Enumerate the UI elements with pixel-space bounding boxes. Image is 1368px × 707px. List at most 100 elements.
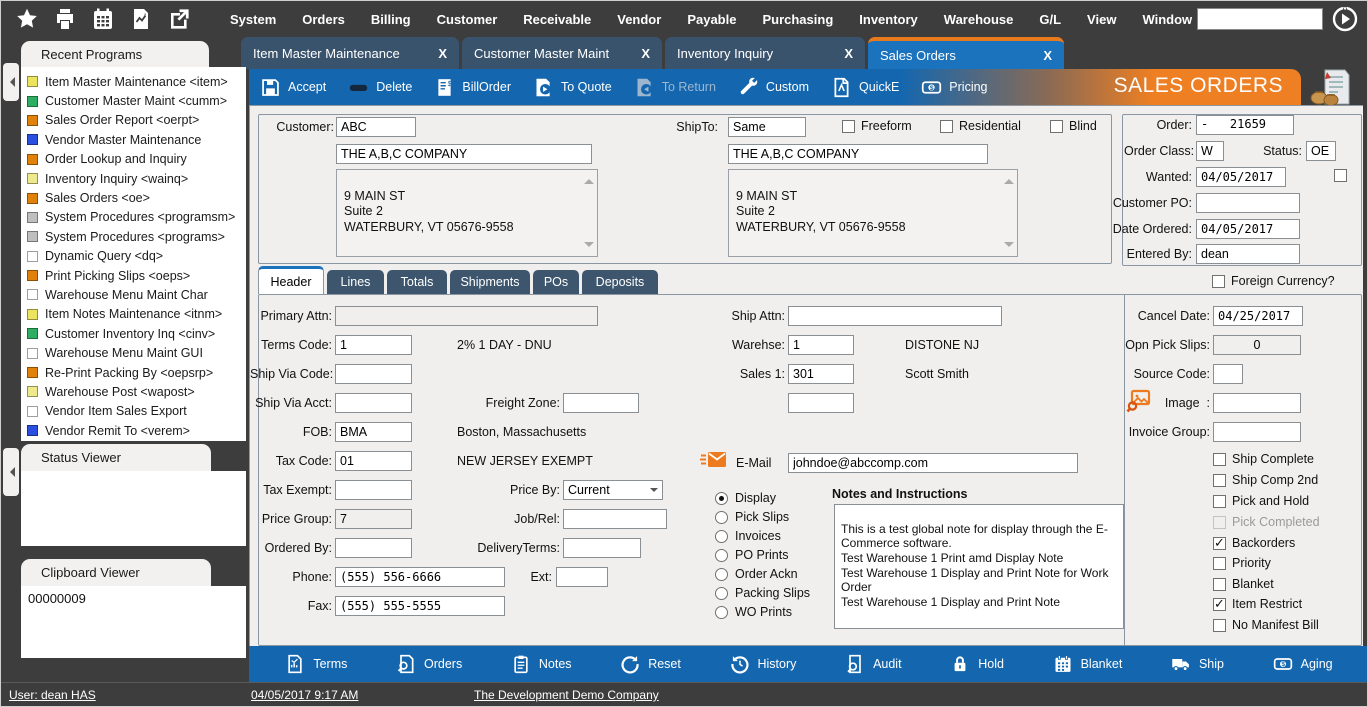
quicke-button[interactable]: QuickE [820,77,910,98]
scrollbar[interactable] [1004,174,1014,252]
ordered-by-input[interactable] [335,538,412,558]
subtab-header[interactable]: Header [258,266,324,294]
radio-invoices[interactable]: Invoices [715,529,781,543]
date-ordered-input[interactable] [1196,219,1300,239]
status-company-link[interactable]: The Development Demo Company [474,688,659,702]
recent-program-item[interactable]: Order Lookup and Inquiry [21,150,246,169]
calendar-icon[interactable] [91,7,115,31]
sidebar-collapse-handle[interactable] [3,63,19,101]
ship-button[interactable]: Ship [1171,654,1224,674]
recent-program-item[interactable]: Sales Order Report <oerpt> [21,111,246,130]
menu-vendor[interactable]: Vendor [604,12,674,27]
scroll-up-icon[interactable] [1004,174,1014,184]
ext-input[interactable] [556,567,608,587]
ship-attn-input[interactable] [788,306,1002,326]
menu-payable[interactable]: Payable [674,12,749,27]
tax-code-input[interactable] [335,451,412,471]
entered-by-input[interactable] [1196,244,1300,264]
recent-program-item[interactable]: Vendor Remit To <verem> [21,421,246,440]
wanted-checkbox[interactable] [1334,169,1347,182]
delivery-terms-input[interactable] [563,538,641,558]
menu-customer[interactable]: Customer [424,12,511,27]
item-restrict-checkbox[interactable]: Item Restrict [1213,597,1302,611]
status-viewer-body[interactable] [21,471,246,546]
foreign-currency-checkbox[interactable]: Foreign Currency? [1212,274,1335,288]
subtab-shipments[interactable]: Shipments [450,270,530,294]
no-manifest-bill-checkbox[interactable]: No Manifest Bill [1213,618,1319,632]
menu-warehouse[interactable]: Warehouse [931,12,1027,27]
recent-program-item[interactable]: Item Master Maintenance <item> [21,72,246,91]
send-email-icon[interactable] [700,448,728,472]
status-input[interactable] [1306,141,1336,161]
recent-program-item[interactable]: Sales Orders <oe> [21,188,246,207]
job-rel-input[interactable] [563,509,667,529]
customer-address-box[interactable]: 9 MAIN ST Suite 2 WATERBURY, VT 05676-95… [336,169,598,257]
menu-purchasing[interactable]: Purchasing [749,12,846,27]
residential-checkbox[interactable]: Residential [940,119,1021,133]
scroll-up-icon[interactable] [584,174,594,184]
freight-zone-input[interactable] [563,393,639,413]
recent-program-item[interactable]: Warehouse Menu Maint GUI [21,343,246,362]
source-code-input[interactable] [1213,364,1243,384]
recent-program-item[interactable]: System Procedures <programsm> [21,208,246,227]
status-datetime-link[interactable]: 04/05/2017 9:17 AM [251,688,358,702]
backorders-checkbox[interactable]: Backorders [1213,536,1295,550]
tax-exempt-input[interactable] [335,480,412,500]
sidebar-collapse-handle[interactable] [3,448,19,496]
sales2-input[interactable] [788,393,854,413]
pick-and-hold-checkbox[interactable]: Pick and Hold [1213,494,1309,508]
customer-code-input[interactable] [336,117,416,137]
report-icon[interactable] [129,7,153,31]
recent-program-item[interactable]: Item Notes Maintenance <itnm> [21,305,246,324]
cancel-date-input[interactable] [1213,306,1303,326]
menu-system[interactable]: System [217,12,289,27]
recent-program-item[interactable]: Print Picking Slips <oeps> [21,266,246,285]
shipto-name-input[interactable] [728,144,988,164]
accept-button[interactable]: Accept [249,77,337,98]
menu-window[interactable]: Window [1129,12,1205,27]
clipboard-viewer-body[interactable]: 00000009 [21,586,246,658]
notes-textarea[interactable]: This is a test global note for display t… [834,504,1124,629]
history-button[interactable]: History [730,654,797,674]
image-input[interactable] [1213,393,1301,413]
billorder-button[interactable]: $ BillOrder [423,77,522,98]
close-tab-icon[interactable]: X [834,46,853,61]
radio-pick-slips[interactable]: Pick Slips [715,510,789,524]
ship-complete-checkbox[interactable]: Ship Complete [1213,452,1314,466]
order-class-input[interactable] [1196,141,1224,161]
tab-item-master-maintenance[interactable]: Item Master Maintenance X [241,37,459,69]
radio-order-ackn[interactable]: Order Ackn [715,567,798,581]
blanket-checkbox[interactable]: Blanket [1213,577,1274,591]
sales-orders-ledger-icon[interactable] [1309,68,1353,106]
print-icon[interactable] [53,7,77,31]
quick-launch-input[interactable] [1197,8,1323,30]
shipto-address-box[interactable]: 9 MAIN ST Suite 2 WATERBURY, VT 05676-95… [728,169,1018,257]
radio-packing-slips[interactable]: Packing Slips [715,586,810,600]
recent-program-item[interactable]: Customer Master Maint <cumm> [21,91,246,110]
priority-checkbox[interactable]: Priority [1213,556,1271,570]
phone-input[interactable] [335,567,505,587]
price-by-select[interactable]: Current [563,480,663,500]
ship-comp-2nd-checkbox[interactable]: Ship Comp 2nd [1213,473,1318,487]
recent-program-item[interactable]: Re-Print Packing By <oepsrp> [21,363,246,382]
recent-program-item[interactable]: Warehouse Menu Maint Char [21,285,246,304]
radio-wo-prints[interactable]: WO Prints [715,605,792,619]
status-user-link[interactable]: User: dean HAS [9,688,96,702]
recent-program-item[interactable]: Warehouse Post <wapost> [21,382,246,401]
subtab-pos[interactable]: POs [533,270,579,294]
pricing-button[interactable]: $ Pricing [910,77,998,98]
tab-inventory-inquiry[interactable]: Inventory Inquiry X [665,37,865,69]
subtab-lines[interactable]: Lines [327,270,384,294]
subtab-deposits[interactable]: Deposits [582,270,658,294]
recent-program-item[interactable]: Customer Inventory Inq <cinv> [21,324,246,343]
close-tab-icon[interactable]: X [428,46,447,61]
fob-input[interactable] [335,422,412,442]
image-search-icon[interactable] [1126,388,1152,414]
terms-code-input[interactable] [335,335,412,355]
external-link-icon[interactable] [167,7,191,31]
subtab-totals[interactable]: Totals [387,270,447,294]
sales1-input[interactable] [788,364,854,384]
warehouse-input[interactable] [788,335,854,355]
customer-name-input[interactable] [336,144,592,164]
scroll-down-icon[interactable] [1004,242,1014,252]
